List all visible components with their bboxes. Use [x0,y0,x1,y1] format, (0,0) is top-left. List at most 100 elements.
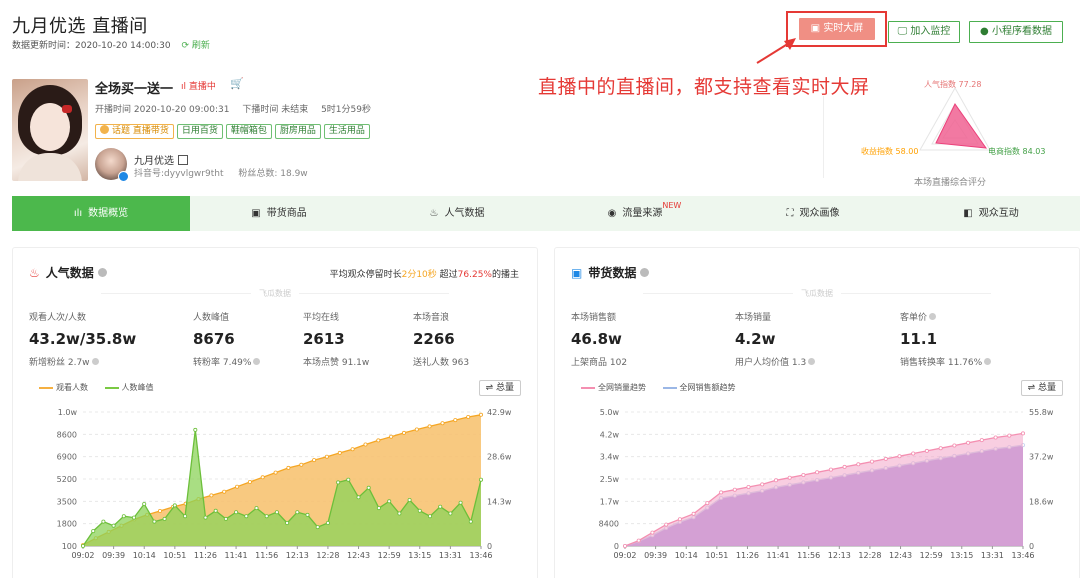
data-point [897,454,902,459]
monitor-icon: 🖵 [897,26,911,37]
live-bars-icon: ıl [181,82,189,92]
info-icon[interactable] [984,358,992,365]
info-icon[interactable] [808,358,816,365]
miniapp-label: 小程序看数据 [991,26,1052,37]
category-tag[interactable]: 厨房用品 [274,124,321,139]
data-point [438,504,443,509]
x-tick-label: 13:46 [1011,551,1034,560]
radar-caption: 本场直播综合评分 [914,178,987,188]
data-point [162,516,167,521]
legend-item[interactable]: 人数峰值 [104,383,154,392]
stay-text: 超过 [436,270,458,280]
data-point [366,485,371,490]
tab-audience[interactable]: ⛶ 观众画像 [724,196,902,231]
x-tick-label: 12:13 [286,551,309,560]
miniapp-icon: ● [980,26,992,37]
cart-icon[interactable]: 🛒 [230,77,244,90]
new-badge: NEW [662,201,682,210]
tab-overview[interactable]: ılı 数据概览 [12,196,190,231]
popularity-chart: 100 1800 3500 5200 6900 8600 1.0w 0 14.3w 28.6w 42… [57,408,512,560]
tv-icon: ▣ [810,23,824,34]
data-point [286,465,291,470]
data-point [235,484,240,489]
legend-label: 观看人数 [56,383,88,392]
data-point [478,412,483,417]
live-status-label: 直播中 [188,82,216,92]
x-tick-label: 10:51 [705,551,728,560]
y-left-tick-label: 6900 [57,453,77,462]
data-point [111,523,116,528]
legend-label: 人数峰值 [121,383,154,392]
stat-sub-text: 用户人均价值 1.3 [735,358,807,368]
data-point [387,499,392,504]
data-point [993,435,998,440]
popularity-legend: 观看人数 人数峰值 [39,382,168,393]
stay-text: 的播主 [491,270,519,280]
category-tag[interactable]: 日用百货 [176,124,223,139]
info-icon[interactable] [253,358,261,365]
stat-sub: 用户人均价值 1.3 [735,355,845,368]
tab-traffic[interactable]: ◉ 流量来源 NEW [546,196,724,231]
total-toggle-button[interactable]: ⇌ 总量 [1020,380,1063,396]
category-tag[interactable]: 生活用品 [323,124,370,139]
update-time-label: 数据更新时间：2020-10-20 14:00:30 [12,41,171,51]
stat-value: 4.2w [735,330,776,348]
tab-popularity[interactable]: ♨ 人气数据 [368,196,546,231]
stat-sub: 送礼人数 963 [413,358,470,368]
y-left-tick-label: 5.0w [600,408,620,417]
tab-interaction[interactable]: ◧ 观众互动 [902,196,1080,231]
info-icon[interactable] [97,268,107,277]
data-point [213,508,218,513]
qrcode-icon[interactable] [178,155,188,165]
tab-bar: ılı 数据概览 ▣ 带货商品 ♨ 人气数据 ◉ 流量来源 NEW ⛶ 观众画像 ◧ 观众互动 [12,196,1080,231]
data-point [1007,433,1012,438]
stat-label: 客单价 [900,310,1040,323]
y-left-tick-label: 1.0w [58,408,78,417]
y-left-tick-label: 3.4w [600,453,620,462]
data-point [966,440,971,445]
total-toggle-button[interactable]: ⇌ 总量 [478,380,521,396]
data-point [664,522,669,527]
data-point [223,516,228,521]
legend-item[interactable]: 全网销量趋势 [581,383,646,392]
monitor-button[interactable]: 🖵 加入监控 [888,21,960,43]
data-point [299,462,304,467]
broadcast-cover-image[interactable] [12,79,88,181]
data-point [732,487,737,492]
info-icon[interactable] [640,268,650,277]
tab-products[interactable]: ▣ 带货商品 [190,196,368,231]
category-tag[interactable]: 鞋帽箱包 [225,124,272,139]
fans-count: 粉丝总数: 18.9w [238,169,308,179]
data-point [938,446,943,451]
data-point [132,515,137,520]
data-point [650,530,655,535]
legend-item[interactable]: 全网销售额趋势 [662,383,736,392]
refresh-button[interactable]: ⟳ 刷新 [181,41,209,51]
y-right-tick-label: 55.8w [1029,408,1054,417]
info-icon[interactable] [929,313,937,320]
sales-card: ▣ 带货数据 飞瓜数据 本场销售额 46.8w 上架商品 102 本场销量 4.2… [554,247,1080,578]
interaction-icon: ◧ [963,208,973,219]
miniapp-button[interactable]: ● 小程序看数据 [969,21,1063,43]
radar-popularity-label: 人气指数 77.28 [924,80,982,89]
x-tick-label: 11:41 [767,551,790,560]
y-left-tick-label: 8600 [57,430,77,439]
x-tick-label: 11:26 [194,551,217,560]
y-right-tick-label: 14.3w [487,497,512,506]
x-tick-label: 10:14 [133,551,156,560]
topic-tag[interactable]: 话题 直播带货 [95,124,174,139]
x-tick-label: 09:39 [102,551,125,560]
x-tick-label: 12:43 [889,551,912,560]
legend-item[interactable]: 观看人数 [39,383,88,392]
data-point [172,503,177,508]
bigscreen-button[interactable]: ▣ 实时大屏 [799,18,875,40]
data-point [417,508,422,513]
y-left-tick-label: 4.2w [600,430,620,439]
data-point [157,509,162,514]
info-icon[interactable] [91,358,99,365]
data-point [363,442,368,447]
data-point [828,467,833,472]
anchor-avatar[interactable] [95,148,129,182]
x-tick-label: 12:43 [347,551,370,560]
stat-value: 46.8w [571,330,622,348]
